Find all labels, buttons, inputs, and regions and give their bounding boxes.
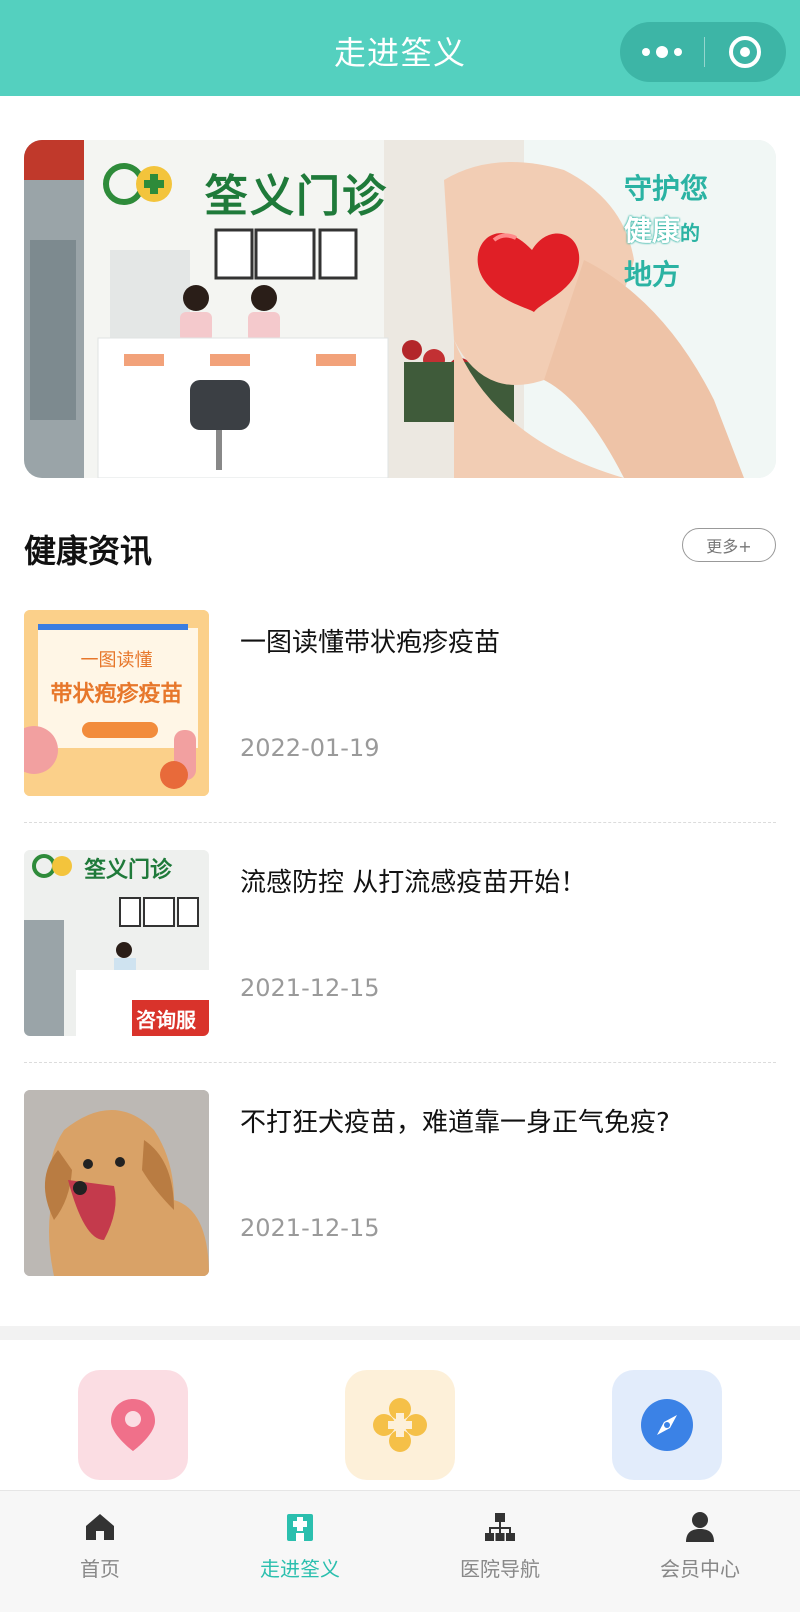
navigation-bar: 走进筌义 [0,0,800,96]
tab-member-center[interactable]: 会员中心 [600,1491,800,1612]
clinic-banner[interactable]: 筌义门诊 守护您 健康的 地方 [24,140,776,478]
tab-label: 会员中心 [660,1557,740,1581]
news-thumbnail: 一图读懂 带状疱疹疫苗 [24,610,209,796]
thumb-caption-1: 筌义门诊 [84,857,173,883]
news-title: 流感防控 从打流感疫苗开始！ [240,868,587,898]
slogan-suffix: 的 [680,221,701,245]
news-thumbnail [24,1090,209,1276]
news-item[interactable]: 一图读懂 带状疱疹疫苗 一图读懂带状疱疹疫苗 2022-01-19 [24,610,776,796]
news-thumbnail: 筌义门诊 咨询服 [24,850,209,1036]
list-divider [24,822,776,823]
news-date: 2021-12-15 [240,974,380,1002]
news-item[interactable]: 筌义门诊 咨询服 流感防控 从打流感疫苗开始！ 2021-12-15 [24,850,776,1036]
slogan-line-1: 守护您 [624,172,709,205]
tab-label: 首页 [80,1557,120,1581]
thumb-caption-1: 一图读懂 [80,650,153,671]
org-chart-icon [485,1513,515,1541]
news-title: 一图读懂带状疱疹疫苗 [240,628,501,658]
target-close-icon[interactable] [705,22,785,82]
tab-about[interactable]: 走进筌义 [200,1491,400,1612]
list-divider [24,1062,776,1063]
tab-home[interactable]: 首页 [0,1491,200,1612]
news-item[interactable]: 不打狂犬疫苗，难道靠一身正气免疫? 2021-12-15 [24,1090,776,1276]
news-title: 不打狂犬疫苗，难道靠一身正气免疫? [240,1108,670,1138]
tab-label: 医院导航 [460,1557,540,1581]
user-icon [686,1512,714,1542]
location-pin-icon [111,1399,155,1451]
location-tile[interactable] [78,1370,188,1480]
mini-program-capsule [620,22,786,82]
banner-logo-text: 筌义门诊 [204,171,388,222]
more-dots-icon[interactable] [620,22,704,82]
news-date: 2022-01-19 [240,734,380,762]
clinic-logo-tile[interactable] [345,1370,455,1480]
thumb-caption-2: 带状疱疹疫苗 [50,682,183,707]
home-icon [86,1514,114,1540]
bottom-tab-bar: 首页 走进筌义 医院导航 会员中心 [0,1490,800,1612]
clover-logo-icon [373,1398,427,1452]
section-title: 健康资讯 [24,532,153,570]
thumb-caption-2: 咨询服 [136,1008,196,1032]
slogan-line-2: 健康的 [624,210,774,254]
tab-hospital-nav[interactable]: 医院导航 [400,1491,600,1612]
more-button[interactable]: 更多+ [682,528,776,562]
hospital-icon [287,1514,313,1541]
compass-icon [641,1399,693,1451]
banner-slogan: 守护您 健康的 地方 [624,168,774,296]
slogan-line-3: 地方 [624,258,681,291]
news-date: 2021-12-15 [240,1214,380,1242]
tab-label: 走进筌义 [260,1557,340,1581]
navigation-tile[interactable] [612,1370,722,1480]
slogan-highlight: 健康 [624,214,681,247]
section-separator [0,1326,800,1340]
